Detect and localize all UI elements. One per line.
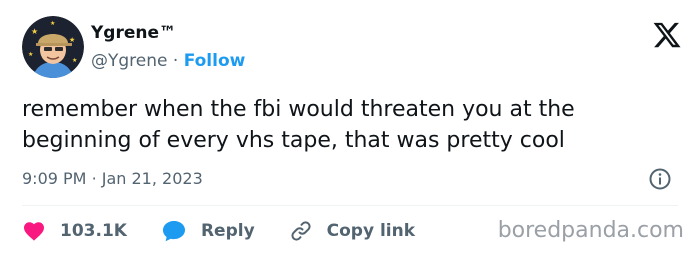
tweet-header: ★ ★ ★ ★ ★ Ygrene™ @Ygrene · Follow <box>22 16 682 80</box>
copy-link-button[interactable]: Copy link <box>289 219 415 243</box>
x-logo-icon[interactable] <box>652 20 682 50</box>
display-name-text: Ygrene <box>91 23 160 43</box>
reply-button[interactable]: Reply <box>161 219 255 243</box>
copy-link-label: Copy link <box>326 221 416 241</box>
tweet-text: remember when the fbi would threaten you… <box>22 97 575 153</box>
timestamp-separator: · <box>91 169 97 188</box>
svg-text:★: ★ <box>31 27 38 36</box>
display-name-suffix: ™ <box>159 23 177 43</box>
like-count: 103.1K <box>60 221 127 241</box>
handle-line: @Ygrene · Follow <box>91 50 245 72</box>
divider <box>22 205 678 206</box>
watermark: boredpanda.com <box>497 218 684 243</box>
handle-separator: · <box>172 51 179 71</box>
like-button[interactable]: 103.1K <box>22 219 127 243</box>
tweet-timestamp[interactable]: 9:09 PM · Jan 21, 2023 <box>22 168 203 190</box>
follow-button[interactable]: Follow <box>184 51 246 71</box>
svg-text:★: ★ <box>50 20 55 27</box>
reply-label: Reply <box>200 221 255 241</box>
display-name[interactable]: Ygrene™ <box>91 22 245 44</box>
chat-bubble-icon <box>162 221 185 242</box>
avatar[interactable]: ★ ★ ★ ★ ★ <box>22 16 84 78</box>
info-icon[interactable] <box>648 167 672 191</box>
tweet-time: 9:09 PM <box>22 169 87 188</box>
svg-text:★: ★ <box>28 51 33 58</box>
handle[interactable]: @Ygrene <box>91 51 167 71</box>
link-icon <box>291 221 311 241</box>
action-bar: 103.1K Reply Copy link <box>22 216 449 246</box>
heart-icon <box>24 222 44 241</box>
user-info: Ygrene™ @Ygrene · Follow <box>91 22 245 72</box>
svg-text:★: ★ <box>69 36 75 44</box>
svg-text:★: ★ <box>72 57 77 64</box>
tweet-date: Jan 21, 2023 <box>101 169 203 188</box>
